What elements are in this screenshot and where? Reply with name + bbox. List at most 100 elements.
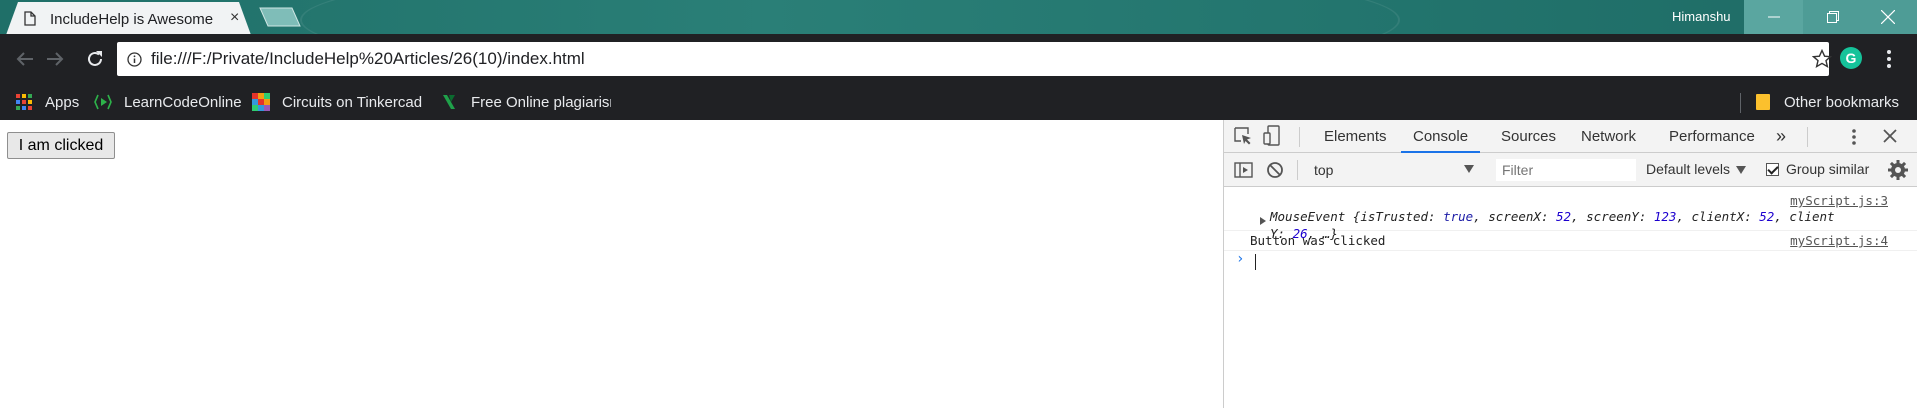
close-icon <box>1880 10 1895 24</box>
group-similar-label: Group similar <box>1786 161 1870 177</box>
document-icon <box>24 11 36 26</box>
other-bookmarks[interactable]: Other bookmarks <box>1754 89 1899 115</box>
browser-menu-icon[interactable] <box>1885 46 1893 72</box>
clear-console-icon[interactable] <box>1264 159 1286 181</box>
device-toolbar-icon[interactable] <box>1262 125 1284 147</box>
reload-button[interactable] <box>82 46 108 72</box>
bookmark-learncodeonline[interactable]: LearnCodeOnline <box>94 89 242 115</box>
object-sep: , <box>1774 209 1790 224</box>
object-prefix: MouseEvent { <box>1270 209 1361 224</box>
minimize-icon <box>1767 16 1780 18</box>
toolbar-divider <box>1807 127 1808 147</box>
show-sidebar-icon[interactable] <box>1233 159 1255 181</box>
forward-arrow-icon <box>47 52 64 66</box>
tab-console[interactable]: Console <box>1401 120 1481 153</box>
group-similar-checkbox[interactable] <box>1766 162 1779 176</box>
devtools-panel: Elements Console Sources Network Perform… <box>1223 120 1917 408</box>
page-button[interactable]: I am clicked <box>7 132 115 159</box>
object-sep: , <box>1473 209 1489 224</box>
object-key: clientX: <box>1691 209 1760 224</box>
bookmark-label: Free Online plagiarism <box>471 93 611 111</box>
bookmark-label: LearnCodeOnline <box>124 93 242 111</box>
tab-performance[interactable]: Performance <box>1669 120 1755 153</box>
profile-name[interactable]: Himanshu <box>1672 9 1731 24</box>
bookmarks-bar: Apps LearnCodeOnline Circuits on Tinkerc… <box>0 84 1917 120</box>
browser-title-bar: IncludeHelp is Awesome × Himanshu <box>0 0 1917 34</box>
object-key: client <box>1789 209 1835 224</box>
dropdown-arrow-icon <box>1464 165 1474 173</box>
inspect-element-icon[interactable] <box>1233 126 1255 148</box>
log-levels-dropdown[interactable]: Default levels <box>1646 161 1747 177</box>
group-similar-toggle[interactable]: Group similar <box>1766 161 1869 177</box>
other-bookmarks-label: Other bookmarks <box>1784 93 1900 111</box>
object-value: 52 <box>1759 209 1775 224</box>
text-caret <box>1255 254 1256 270</box>
devtools-menu-icon[interactable] <box>1850 126 1858 148</box>
wallpaper-decoration <box>300 0 1400 34</box>
log-levels-label: Default levels <box>1646 161 1731 177</box>
restore-icon <box>1826 11 1839 23</box>
more-tabs-icon[interactable]: » <box>1776 120 1786 153</box>
object-line-1: MouseEvent {isTrusted: true, screenX: 52… <box>1270 208 1890 225</box>
dropdown-arrow-icon <box>1736 166 1747 175</box>
grammarly-extension-icon[interactable]: G <box>1840 47 1862 69</box>
object-value: true <box>1443 209 1474 224</box>
restore-button[interactable] <box>1803 0 1862 34</box>
bookmark-tinkercad[interactable]: Circuits on Tinkercad <box>252 89 422 115</box>
back-button[interactable] <box>12 46 38 72</box>
source-link[interactable]: myScript.js:4 <box>1790 233 1888 248</box>
bookmark-star-icon[interactable] <box>1812 49 1832 69</box>
console-message-log: Button was clicked myScript.js:4 <box>1224 231 1917 251</box>
console-messages: myScript.js:3 MouseEvent {isTrusted: tru… <box>1224 187 1917 277</box>
tinkercad-icon <box>252 93 270 111</box>
info-icon[interactable] <box>127 52 142 67</box>
apps-grid-icon <box>16 94 32 110</box>
learncodeonline-icon <box>94 94 112 110</box>
close-window-button[interactable] <box>1858 0 1917 34</box>
folder-icon <box>1756 94 1770 110</box>
browser-tab[interactable]: IncludeHelp is Awesome × <box>6 2 251 34</box>
object-sep: , <box>1676 209 1692 224</box>
console-message-mouse-event: myScript.js:3 MouseEvent {isTrusted: tru… <box>1224 187 1917 241</box>
source-link[interactable]: myScript.js:3 <box>1790 193 1888 208</box>
tab-close-icon[interactable]: × <box>230 9 239 27</box>
minimize-button[interactable] <box>1744 0 1803 34</box>
object-value: 52 <box>1556 209 1572 224</box>
tab-sources[interactable]: Sources <box>1501 120 1556 153</box>
close-devtools-icon[interactable] <box>1881 127 1899 145</box>
toolbar-divider <box>1297 160 1298 180</box>
reload-icon <box>88 51 102 66</box>
new-tab-button[interactable] <box>254 6 304 28</box>
object-key: screenY: <box>1586 209 1654 224</box>
plagiarism-icon <box>443 95 455 109</box>
bookmark-plagiarism[interactable]: Free Online plagiarism <box>441 89 611 115</box>
toolbar-divider <box>1299 127 1300 147</box>
forward-button[interactable] <box>42 46 68 72</box>
object-value: 123 <box>1653 209 1677 224</box>
url-text[interactable]: file:///F:/Private/IncludeHelp%20Article… <box>151 49 585 69</box>
tab-title: IncludeHelp is Awesome <box>50 11 214 28</box>
devtools-tab-bar: Elements Console Sources Network Perform… <box>1224 120 1917 153</box>
console-prompt-line[interactable]: › <box>1224 251 1917 277</box>
tab-elements[interactable]: Elements <box>1324 120 1387 153</box>
tab-network[interactable]: Network <box>1581 120 1636 153</box>
context-value: top <box>1314 162 1334 178</box>
console-filter-input[interactable] <box>1496 159 1636 181</box>
web-page-viewport: I am clicked <box>0 120 1223 408</box>
bookmarks-separator <box>1740 93 1741 113</box>
log-text: Button was clicked <box>1250 233 1386 248</box>
console-toolbar: top Default levels Group similar <box>1224 153 1917 187</box>
browser-toolbar: file:///F:/Private/IncludeHelp%20Article… <box>0 34 1917 84</box>
console-prompt-icon: › <box>1236 251 1245 267</box>
expand-triangle-icon[interactable] <box>1260 217 1266 225</box>
bookmark-apps[interactable]: Apps <box>15 89 79 115</box>
console-settings-gear-icon[interactable] <box>1887 159 1909 181</box>
address-bar[interactable]: file:///F:/Private/IncludeHelp%20Article… <box>117 42 1832 76</box>
object-sep: , <box>1571 209 1587 224</box>
context-selector[interactable]: top <box>1314 159 1484 181</box>
object-key: isTrusted: <box>1360 209 1444 224</box>
bookmark-label: Apps <box>45 93 80 111</box>
bookmark-label: Circuits on Tinkercad <box>282 93 423 111</box>
back-arrow-icon <box>16 52 33 66</box>
object-key: screenX: <box>1488 209 1557 224</box>
